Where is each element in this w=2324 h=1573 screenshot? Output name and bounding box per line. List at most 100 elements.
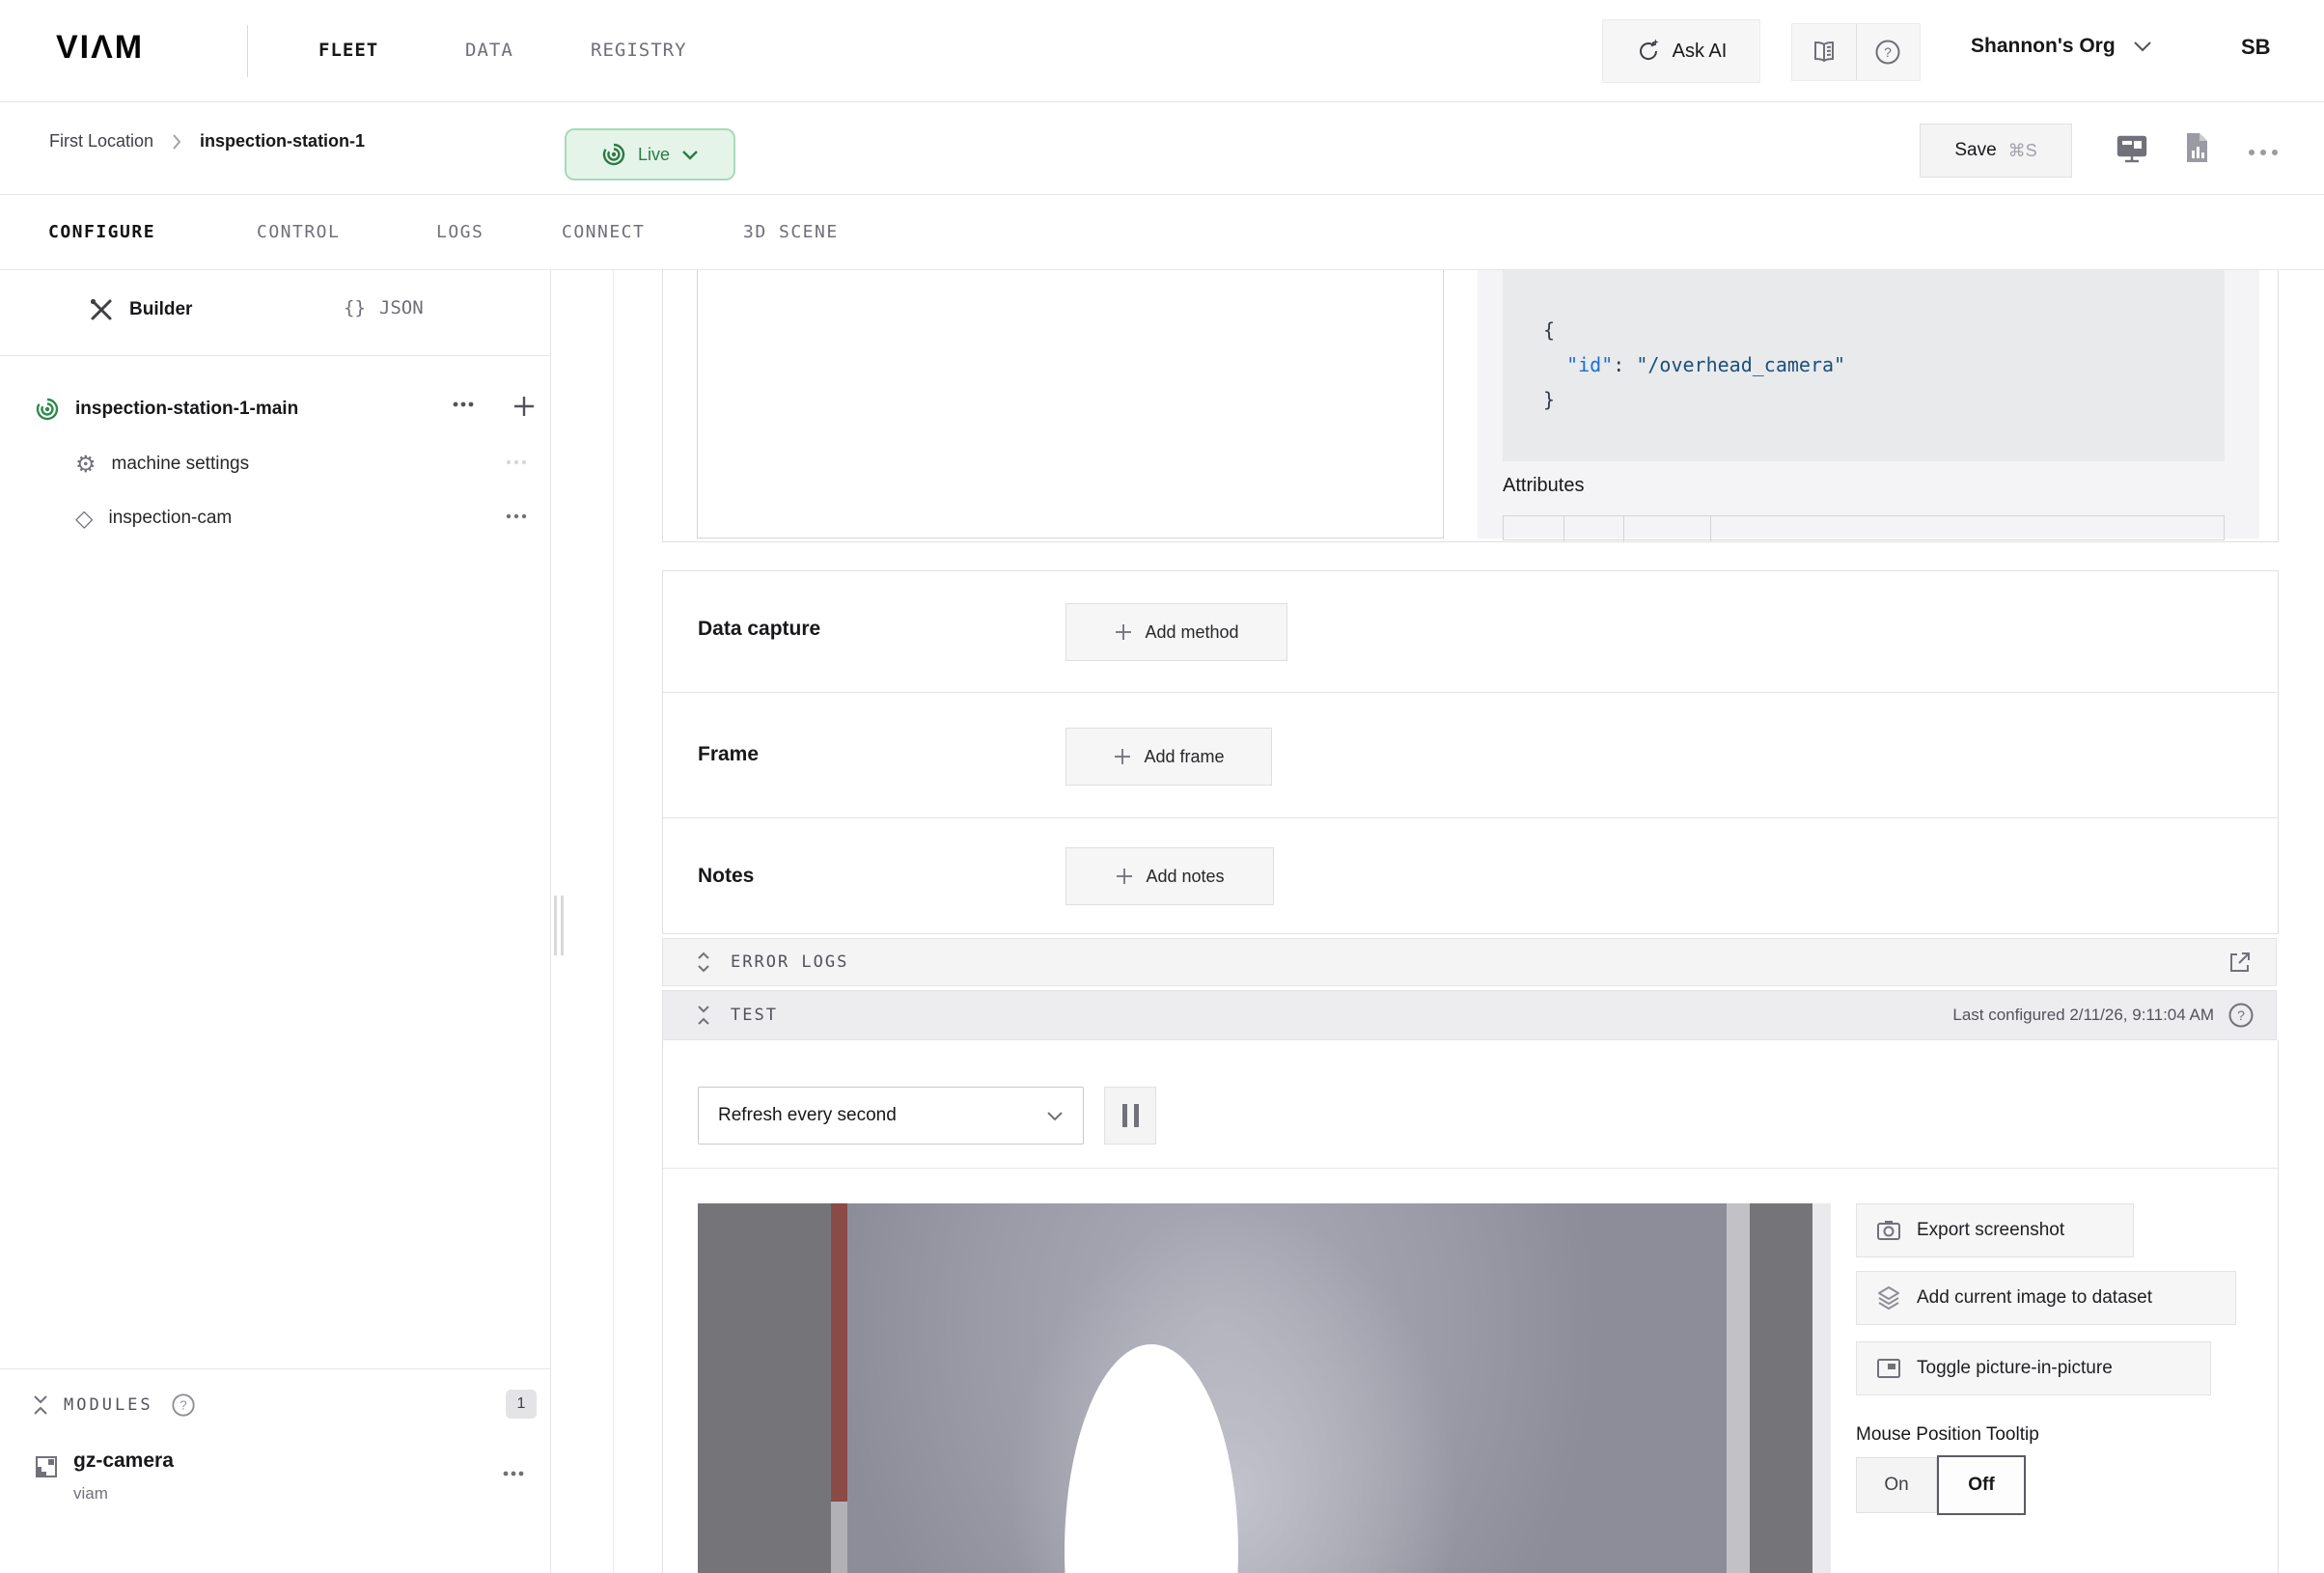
notes-title: Notes xyxy=(698,865,754,888)
test-bar[interactable]: TEST Last configured 2/11/26, 9:11:04 AM… xyxy=(662,990,2277,1040)
module-publisher: viam xyxy=(73,1484,108,1504)
tree-item-inspection-cam[interactable]: ◇ inspection-cam xyxy=(75,496,537,540)
error-logs-title: ERROR LOGS xyxy=(731,952,848,972)
export-screenshot-button[interactable]: Export screenshot xyxy=(1856,1203,2134,1257)
sidebar-toggle-border xyxy=(0,355,550,356)
viam-logo[interactable]: VIΛM xyxy=(56,29,144,67)
code-line-open: { xyxy=(1543,313,2225,347)
camera-stream[interactable] xyxy=(698,1203,1831,1573)
tree-item-label: machine settings xyxy=(112,454,250,475)
open-error-logs-icon[interactable] xyxy=(2227,950,2253,975)
tab-connect[interactable]: CONNECT xyxy=(562,222,645,242)
help-icon: ? xyxy=(1874,39,1901,66)
org-switcher[interactable]: Shannon's Org xyxy=(1971,35,2152,58)
code-line-close: } xyxy=(1543,382,2225,417)
mouse-tooltip-label: Mouse Position Tooltip xyxy=(1856,1424,2039,1446)
expand-icon xyxy=(696,951,711,974)
add-frame-button[interactable]: Add frame xyxy=(1065,728,1272,786)
add-to-dataset-label: Add current image to dataset xyxy=(1917,1287,2152,1309)
save-button[interactable]: Save ⌘S xyxy=(1920,124,2072,178)
builder-toggle[interactable]: Builder xyxy=(89,297,192,322)
help-button[interactable]: ? xyxy=(1857,24,1920,80)
tooltip-off-button[interactable]: Off xyxy=(1937,1455,2026,1515)
ask-ai-button[interactable]: Ask AI xyxy=(1602,19,1760,83)
module-item-gz-camera[interactable]: gz-camera viam xyxy=(35,1449,537,1517)
docs-button[interactable] xyxy=(1793,24,1856,80)
modules-divider xyxy=(0,1368,550,1369)
modules-header[interactable]: MODULES ? 1 xyxy=(33,1388,537,1422)
tab-configure[interactable]: CONFIGURE xyxy=(48,222,155,242)
component-config-card: { "id": "/overhead_camera" } Attributes xyxy=(662,270,2279,542)
svg-text:?: ? xyxy=(1884,44,1892,60)
modules-help-icon[interactable]: ? xyxy=(171,1393,196,1418)
add-method-label: Add method xyxy=(1145,622,1238,643)
chevron-down-icon xyxy=(2133,41,2152,52)
tab-3d-scene[interactable]: 3D SCENE xyxy=(743,222,839,242)
org-name: Shannon's Org xyxy=(1971,35,2116,58)
live-status-badge[interactable]: Live xyxy=(565,128,735,180)
main-content-border xyxy=(613,270,614,1573)
machine-settings-menu-button[interactable] xyxy=(506,459,527,465)
tree-machine-part[interactable]: inspection-station-1-main xyxy=(35,388,537,430)
json-preview: { "id": "/overhead_camera" } xyxy=(1503,270,2225,461)
avatar[interactable]: SB xyxy=(2241,35,2271,60)
breadcrumb-location[interactable]: First Location xyxy=(49,131,153,152)
nav-data[interactable]: DATA xyxy=(465,40,513,61)
modules-count-badge: 1 xyxy=(506,1390,537,1419)
report-button[interactable] xyxy=(2183,131,2210,164)
nav-registry[interactable]: REGISTRY xyxy=(591,40,687,61)
test-panel: Refresh every second Export screenshot xyxy=(662,1040,2279,1573)
test-preview-panel: { "id": "/overhead_camera" } Attributes xyxy=(1478,270,2259,538)
tab-bar: CONFIGURE CONTROL LOGS CONNECT 3D SCENE xyxy=(0,195,2324,270)
builder-tools-icon xyxy=(89,297,114,322)
machine-bar: First Location inspection-station-1 Live… xyxy=(0,102,2324,195)
nav-fleet[interactable]: FLEET xyxy=(318,40,378,61)
tab-control[interactable]: CONTROL xyxy=(257,222,340,242)
nav-divider xyxy=(247,25,248,77)
breadcrumb-machine: inspection-station-1 xyxy=(200,131,365,152)
more-options-button[interactable] xyxy=(2247,149,2280,156)
scene-left-wall xyxy=(698,1203,831,1573)
inspection-cam-menu-button[interactable] xyxy=(506,513,527,519)
refresh-select[interactable]: Refresh every second xyxy=(698,1087,1084,1145)
tooltip-on-button[interactable]: On xyxy=(1856,1457,1937,1513)
collapse-icon xyxy=(696,1004,711,1027)
plus-icon xyxy=(1113,747,1132,766)
tree-item-machine-settings[interactable]: ⚙ machine settings xyxy=(75,442,537,486)
modules-title: MODULES xyxy=(64,1395,153,1415)
machine-part-menu-button[interactable] xyxy=(452,401,475,407)
top-nav: VIΛM FLEET DATA REGISTRY Ask AI xyxy=(0,0,2324,102)
present-screen-button[interactable] xyxy=(2116,133,2148,164)
add-to-dataset-button[interactable]: Add current image to dataset xyxy=(1856,1271,2236,1325)
pause-icon xyxy=(1122,1104,1139,1127)
machine-signal-icon xyxy=(35,397,60,422)
plus-icon xyxy=(1114,622,1133,642)
scene-right-wall xyxy=(1750,1203,1812,1573)
pause-refresh-button[interactable] xyxy=(1104,1087,1156,1145)
add-notes-label: Add notes xyxy=(1146,867,1224,887)
help-group: ? xyxy=(1791,23,1921,81)
data-capture-title: Data capture xyxy=(698,618,820,641)
save-label: Save xyxy=(1954,140,1996,161)
config-sidebar: Builder {} JSON inspection-station-1-mai… xyxy=(0,270,551,1573)
json-toggle[interactable]: {} JSON xyxy=(344,297,424,318)
add-component-button[interactable] xyxy=(512,394,537,419)
chevron-down-icon xyxy=(1046,1111,1064,1121)
test-title: TEST xyxy=(731,1006,778,1025)
scene-red-pole xyxy=(831,1203,847,1573)
test-help-icon[interactable]: ? xyxy=(2227,1002,2255,1029)
error-logs-bar[interactable]: ERROR LOGS xyxy=(662,938,2277,986)
export-screenshot-label: Export screenshot xyxy=(1917,1220,2064,1241)
tab-logs[interactable]: LOGS xyxy=(436,222,484,242)
tree-item-label: inspection-cam xyxy=(108,508,232,529)
add-notes-button[interactable]: Add notes xyxy=(1065,847,1274,905)
camera-icon xyxy=(1876,1219,1901,1242)
module-menu-button[interactable] xyxy=(502,1471,525,1476)
add-method-button[interactable]: Add method xyxy=(1065,603,1287,661)
ask-ai-icon xyxy=(1636,39,1661,64)
book-icon xyxy=(1812,41,1837,64)
sidebar-resize-handle[interactable] xyxy=(554,896,566,955)
toggle-pip-button[interactable]: Toggle picture-in-picture xyxy=(1856,1341,2211,1395)
attributes-title: Attributes xyxy=(1503,475,1584,497)
live-chevron-down-icon xyxy=(681,150,699,160)
